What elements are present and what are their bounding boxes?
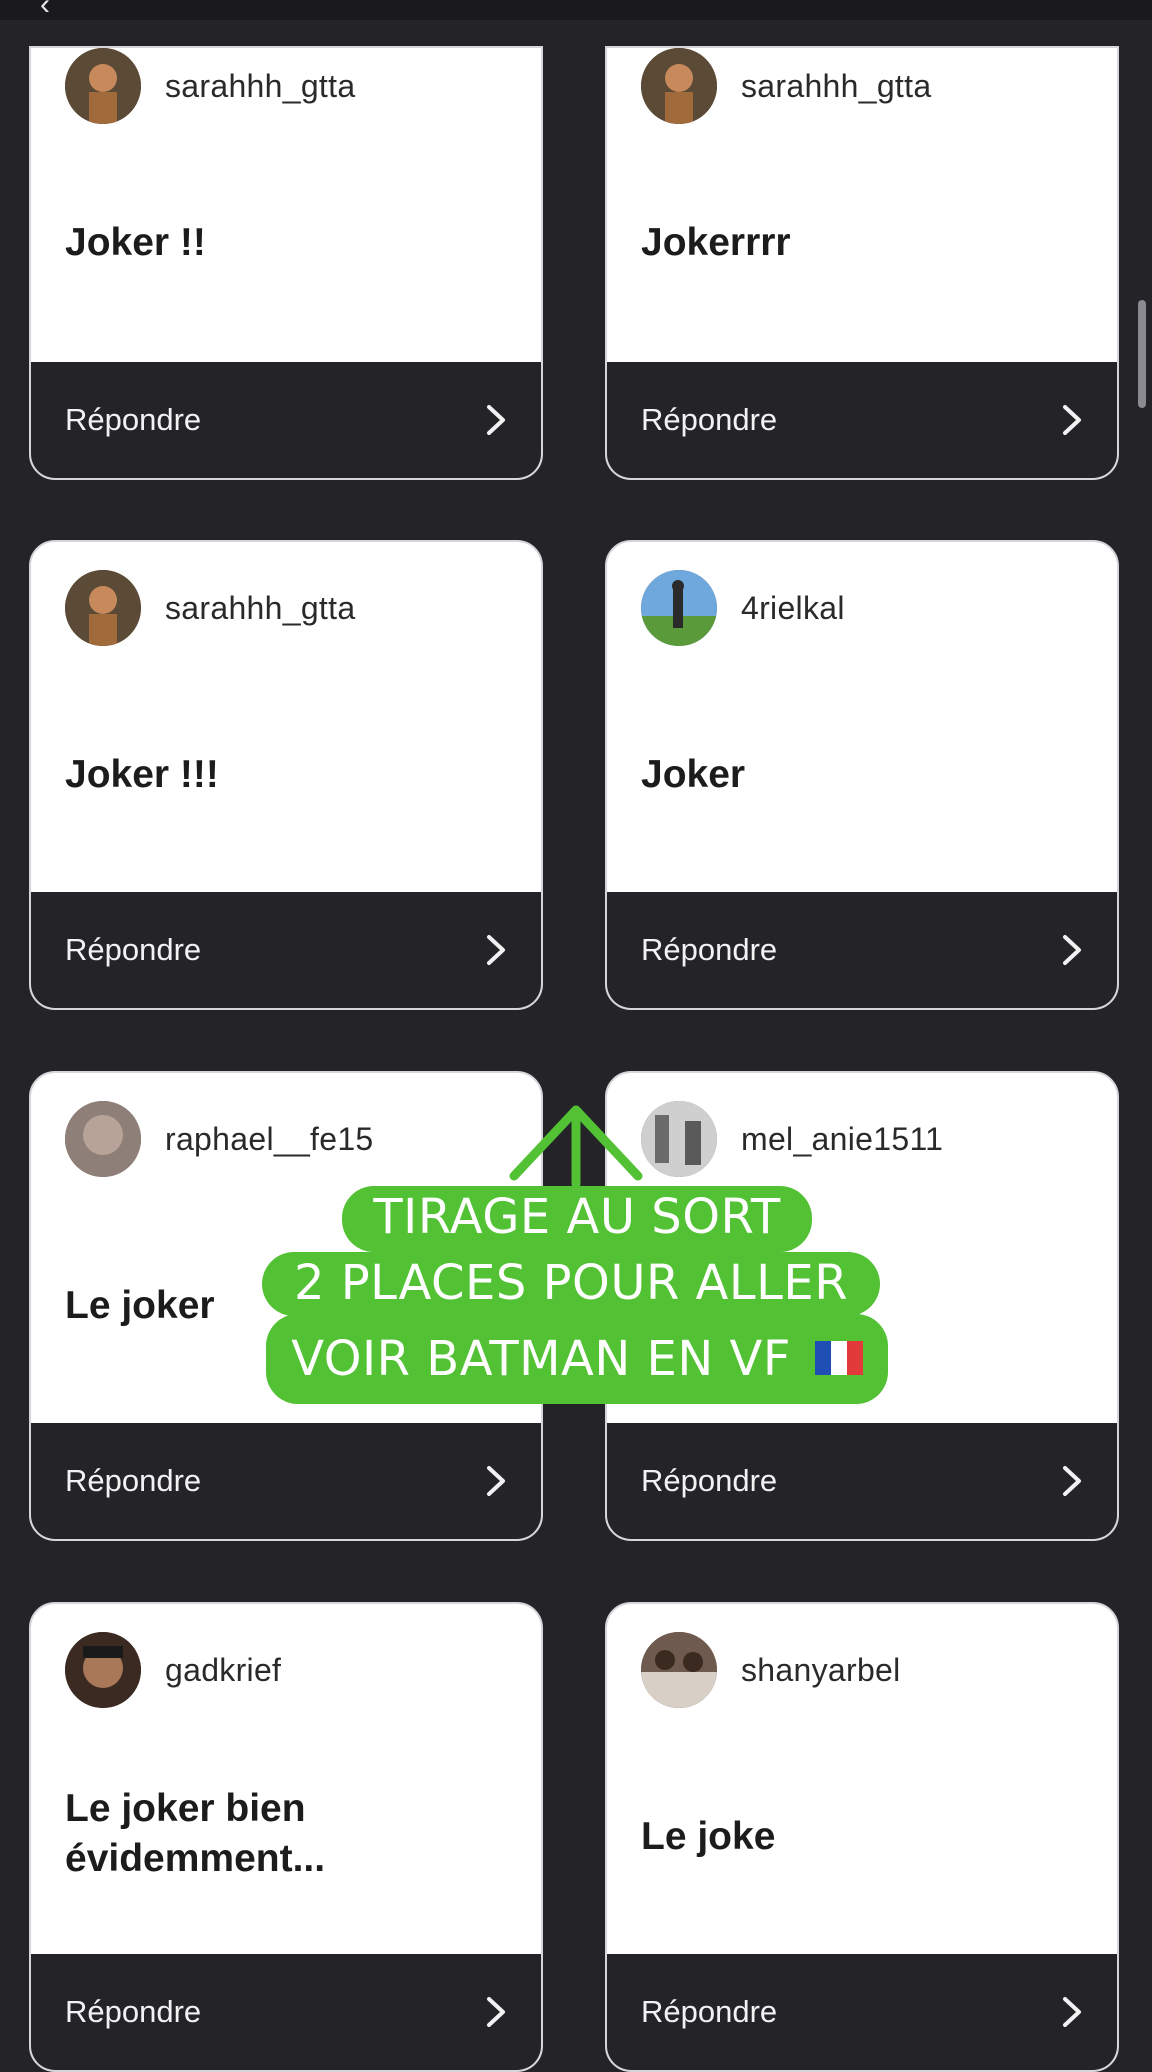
card-user[interactable]: 4rielkal (641, 570, 845, 646)
reply-label: Répondre (65, 402, 202, 437)
reply-card: sarahhh_gtta Joker !!! Répondre (29, 540, 543, 1010)
chevron-right-icon (487, 1466, 505, 1496)
reply-label: Répondre (641, 1463, 778, 1498)
chevron-left-icon[interactable]: ‹ (40, 0, 50, 22)
reply-label: Répondre (641, 932, 778, 967)
arrow-up-icon (509, 1105, 643, 1188)
scrollbar[interactable] (1138, 300, 1146, 408)
reply-button[interactable]: Répondre (607, 892, 1117, 1008)
card-user[interactable]: gadkrief (65, 1632, 281, 1708)
promo-line-2: 2 PLACES POUR ALLER (262, 1252, 880, 1316)
reply-label: Répondre (65, 932, 202, 967)
reply-card: 4rielkal Joker Répondre (605, 540, 1119, 1010)
card-user[interactable]: sarahhh_gtta (641, 48, 931, 124)
chevron-right-icon (487, 405, 505, 435)
reply-label: Répondre (641, 402, 778, 437)
message-text: Le joke (641, 1815, 776, 1858)
reply-label: Répondre (65, 1463, 202, 1498)
promo-line-1: TIRAGE AU SORT (342, 1186, 812, 1252)
france-flag-icon (814, 1341, 863, 1375)
reply-label: Répondre (65, 1994, 202, 2029)
username[interactable]: gadkrief (165, 1652, 281, 1689)
card-user[interactable]: shanyarbel (641, 1632, 901, 1708)
username[interactable]: sarahhh_gtta (165, 590, 355, 627)
avatar[interactable] (641, 1632, 717, 1708)
reply-button[interactable]: Répondre (607, 362, 1117, 478)
reply-button[interactable]: Répondre (31, 362, 541, 478)
reply-button[interactable]: Répondre (31, 1423, 541, 1539)
reply-card: gadkrief Le joker bien évidemment... Rép… (29, 1602, 543, 2072)
chevron-right-icon (1063, 1997, 1081, 2027)
chevron-right-icon (1063, 1466, 1081, 1496)
avatar[interactable] (65, 48, 141, 124)
reply-button[interactable]: Répondre (31, 892, 541, 1008)
promo-line-3-text: VOIR BATMAN EN VF (291, 1331, 791, 1387)
card-user[interactable]: mel_anie1511 (641, 1101, 943, 1177)
username[interactable]: raphael__fe15 (165, 1121, 374, 1158)
reply-label: Répondre (641, 1994, 778, 2029)
promo-line-2-text: 2 PLACES POUR ALLER (293, 1255, 849, 1311)
message-text: Jokerrrr (641, 221, 791, 264)
promo-line-3: VOIR BATMAN EN VF (266, 1314, 888, 1404)
card-user[interactable]: sarahhh_gtta (65, 570, 355, 646)
username[interactable]: 4rielkal (741, 590, 845, 627)
card-user[interactable]: sarahhh_gtta (65, 48, 355, 124)
message-text: Joker (641, 753, 746, 796)
reply-card: sarahhh_gtta Jokerrrr Répondre (605, 46, 1119, 480)
reply-card: sarahhh_gtta Joker !! Répondre (29, 46, 543, 480)
avatar[interactable] (65, 1101, 141, 1177)
username[interactable]: mel_anie1511 (741, 1121, 943, 1158)
chevron-right-icon (1063, 405, 1081, 435)
message-text: Joker !! (65, 221, 206, 264)
avatar[interactable] (641, 570, 717, 646)
top-bar: ‹ (0, 0, 1152, 22)
reply-card: shanyarbel Le joke Répondre (605, 1602, 1119, 2072)
avatar[interactable] (641, 1101, 717, 1177)
message-text: Le joker bien évidemment... (65, 1787, 326, 1880)
username[interactable]: sarahhh_gtta (165, 68, 355, 105)
avatar[interactable] (65, 1632, 141, 1708)
reply-button[interactable]: Répondre (607, 1423, 1117, 1539)
username[interactable]: shanyarbel (741, 1652, 901, 1689)
chevron-right-icon (487, 1997, 505, 2027)
username[interactable]: sarahhh_gtta (741, 68, 931, 105)
reply-button[interactable]: Répondre (31, 1954, 541, 2070)
avatar[interactable] (641, 48, 717, 124)
avatar[interactable] (65, 570, 141, 646)
card-user[interactable]: raphael__fe15 (65, 1101, 374, 1177)
promo-line-1-text: TIRAGE AU SORT (373, 1189, 781, 1245)
reply-button[interactable]: Répondre (607, 1954, 1117, 2070)
chevron-right-icon (1063, 935, 1081, 965)
chevron-right-icon (487, 935, 505, 965)
message-text: Joker !!! (65, 753, 219, 796)
